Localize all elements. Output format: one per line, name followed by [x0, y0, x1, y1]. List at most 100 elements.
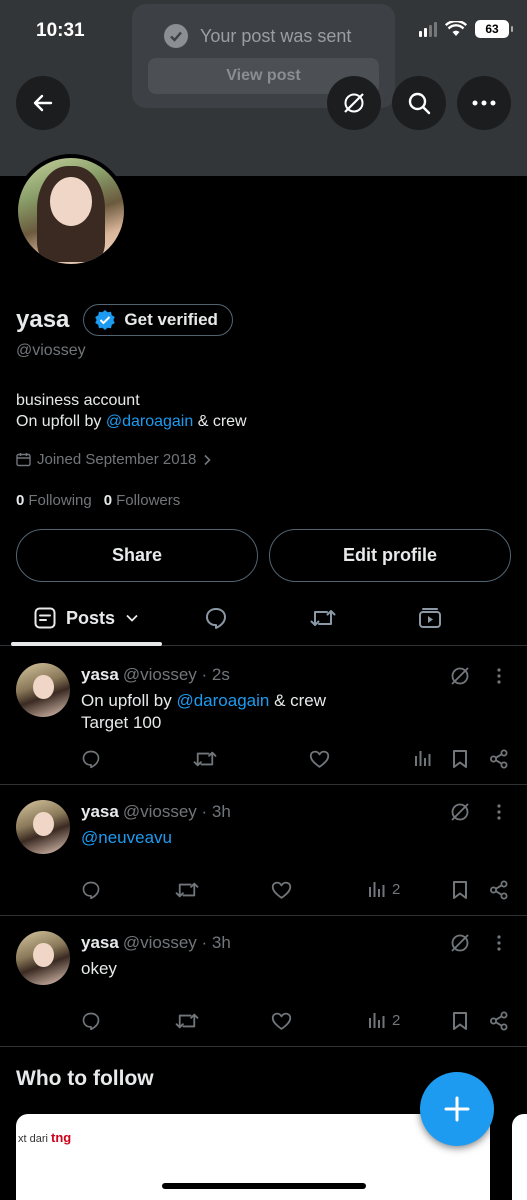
- share-icon: [490, 1011, 508, 1031]
- tab-media[interactable]: [380, 590, 480, 646]
- battery-icon: 63: [475, 20, 513, 38]
- bookmark-button[interactable]: [452, 1011, 468, 1031]
- post-item[interactable]: yasa @viossey · 3h @neuveavu 2: [0, 785, 527, 916]
- post-item[interactable]: yasa @viossey · 2s On upfoll by @daroagai…: [0, 647, 527, 785]
- share-post-button[interactable]: [489, 1011, 509, 1031]
- post-text-line-2: Target 100: [81, 713, 162, 732]
- followers-link[interactable]: 0 Followers: [104, 492, 181, 509]
- repost-button[interactable]: [175, 1011, 199, 1031]
- tab-posts[interactable]: Posts: [11, 590, 162, 646]
- share-icon: [490, 749, 508, 769]
- back-button[interactable]: [16, 76, 70, 130]
- views-button[interactable]: 2: [368, 1011, 400, 1029]
- heart-icon: [271, 1012, 292, 1030]
- grok-button[interactable]: [449, 932, 471, 954]
- reply-icon: [82, 750, 100, 769]
- post-meta: @viossey · 3h: [122, 933, 231, 952]
- profile-avatar[interactable]: [14, 154, 128, 268]
- more-vertical-icon: [497, 935, 501, 951]
- bookmark-icon: [453, 881, 467, 899]
- views-button[interactable]: 2: [368, 880, 400, 898]
- post-mention-link[interactable]: @neuveavu: [81, 828, 172, 847]
- post-header: yasa @viossey · 3h: [81, 802, 231, 822]
- grok-icon: [451, 934, 469, 952]
- post-more-button[interactable]: [496, 667, 502, 685]
- post-avatar[interactable]: [16, 663, 70, 717]
- plus-icon: [444, 1096, 470, 1122]
- more-vertical-icon: [497, 668, 501, 684]
- check-icon: [164, 24, 188, 48]
- status-icons: 63: [419, 20, 513, 38]
- repost-icon: [193, 751, 217, 767]
- grok-button[interactable]: [327, 76, 381, 130]
- post-text: okey: [81, 959, 117, 978]
- repost-icon: [175, 1013, 199, 1029]
- reply-button[interactable]: [81, 880, 101, 900]
- post-more-button[interactable]: [496, 934, 502, 952]
- share-post-button[interactable]: [489, 749, 509, 769]
- following-link[interactable]: 0 Following: [16, 492, 92, 509]
- heart-icon: [309, 750, 330, 768]
- back-arrow-icon: [33, 94, 53, 112]
- bio-text-suffix: & crew: [193, 413, 247, 430]
- chevron-right-icon: [204, 454, 211, 465]
- reply-button[interactable]: [81, 749, 101, 769]
- get-verified-button[interactable]: Get verified: [83, 304, 233, 336]
- reply-button[interactable]: [81, 1011, 101, 1031]
- post-item[interactable]: yasa @viossey · 3h okey 2: [0, 916, 527, 1047]
- share-button[interactable]: Share: [16, 529, 258, 582]
- more-vertical-icon: [497, 804, 501, 820]
- heart-icon: [271, 881, 292, 899]
- post-avatar[interactable]: [16, 931, 70, 985]
- profile-name: yasa: [16, 306, 70, 333]
- post-mention-link[interactable]: @daroagain: [176, 691, 269, 710]
- joined-text: Joined September 2018: [37, 451, 197, 468]
- post-more-button[interactable]: [496, 803, 502, 821]
- repost-button[interactable]: [193, 749, 217, 769]
- grok-icon: [451, 667, 469, 685]
- views-icon: [369, 1013, 385, 1028]
- like-button[interactable]: [309, 749, 330, 769]
- suggestion-card-text: xt dari tng: [18, 1130, 71, 1145]
- bio-mention-link[interactable]: @daroagain: [106, 413, 193, 430]
- bio-text: On upfoll by: [16, 413, 106, 430]
- media-icon: [419, 608, 441, 628]
- profile-bio: business account On upfoll by @daroagain…: [16, 390, 247, 432]
- post-header: yasa @viossey · 3h: [81, 933, 231, 953]
- tab-reposts[interactable]: [273, 590, 373, 646]
- edit-profile-button[interactable]: Edit profile: [269, 529, 511, 582]
- post-avatar[interactable]: [16, 800, 70, 854]
- bio-line-1: business account: [16, 392, 140, 409]
- calendar-icon: [16, 453, 31, 467]
- views-button[interactable]: [414, 749, 438, 767]
- home-indicator: [162, 1183, 366, 1189]
- grok-icon: [451, 803, 469, 821]
- views-count: 2: [392, 1011, 401, 1029]
- bookmark-icon: [453, 750, 467, 768]
- tab-replies[interactable]: [166, 590, 266, 646]
- card-text: xt dari: [18, 1133, 52, 1145]
- compose-button[interactable]: [420, 1072, 494, 1146]
- toast-message: Your post was sent: [200, 25, 352, 46]
- grok-button[interactable]: [449, 665, 471, 687]
- followers-label: Followers: [116, 492, 181, 509]
- views-icon: [369, 882, 385, 897]
- chevron-down-icon: [126, 614, 138, 622]
- suggestion-card-next[interactable]: [512, 1114, 527, 1200]
- repost-button[interactable]: [175, 880, 199, 900]
- views-count: 2: [392, 880, 401, 898]
- post-header: yasa @viossey · 2s: [81, 665, 230, 685]
- like-button[interactable]: [271, 1011, 292, 1031]
- search-button[interactable]: [392, 76, 446, 130]
- share-post-button[interactable]: [489, 880, 509, 900]
- tab-posts-label: Posts: [65, 607, 116, 628]
- bookmark-button[interactable]: [452, 749, 468, 769]
- like-button[interactable]: [271, 880, 292, 900]
- more-button[interactable]: [457, 76, 511, 130]
- grok-button[interactable]: [449, 801, 471, 823]
- bookmark-button[interactable]: [452, 880, 468, 900]
- profile-tabs: Posts: [0, 590, 527, 646]
- active-tab-indicator: [11, 642, 162, 646]
- post-meta: @viossey · 2s: [122, 665, 230, 684]
- joined-date-row[interactable]: Joined September 2018: [16, 451, 212, 468]
